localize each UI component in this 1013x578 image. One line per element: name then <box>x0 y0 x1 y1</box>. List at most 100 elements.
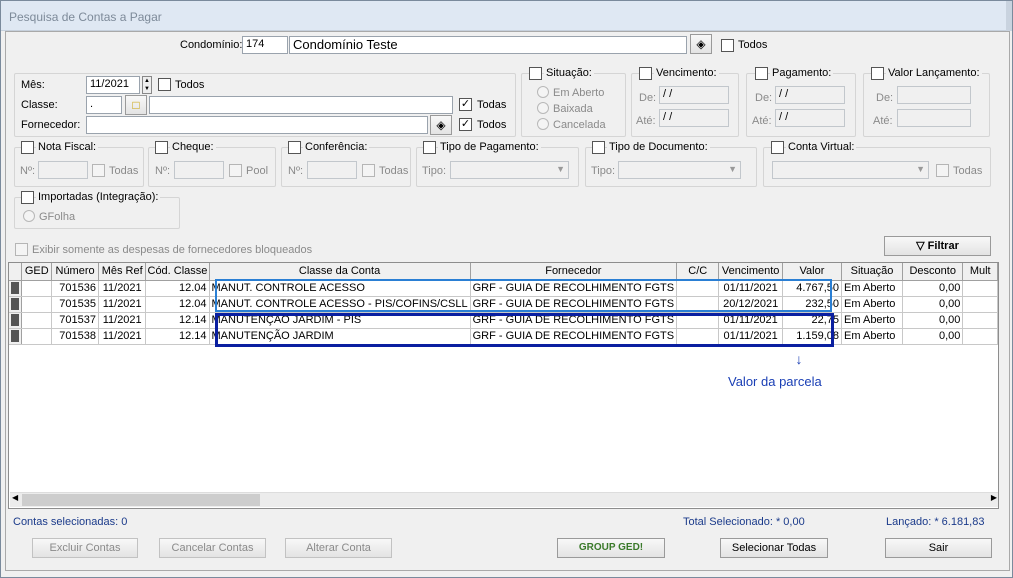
fornecedor-search-button[interactable]: ◈ <box>430 115 452 135</box>
nota-fiscal-checkbox[interactable] <box>21 141 34 154</box>
tipo-documento-tipo-label: Tipo: <box>591 165 616 177</box>
column-header[interactable]: Desconto <box>902 263 964 281</box>
folder-button[interactable]: □ <box>125 95 147 115</box>
column-header[interactable]: GED <box>21 263 53 281</box>
table-cell <box>676 296 720 313</box>
cheque-input[interactable] <box>174 161 224 179</box>
cheque-checkbox[interactable] <box>155 141 168 154</box>
table-row[interactable]: 701538 11/2021 12.14 MANUTENÇÃO JARDIM GRF -… <box>9 328 998 345</box>
tipo-pagamento-checkbox[interactable] <box>423 141 436 154</box>
table-cell: 12.14 <box>145 328 210 345</box>
row-marker <box>11 298 20 310</box>
classe-code-input[interactable]: . <box>86 96 122 114</box>
condominio-name-input[interactable]: Condomínio Teste <box>289 36 687 54</box>
table-row[interactable]: 701537 11/2021 12.14 MANUTENÇAO JARDIM - PI… <box>9 312 998 329</box>
selecionar-todas-button[interactable]: Selecionar Todas <box>720 538 828 558</box>
window-title: Pesquisa de Contas a Pagar <box>9 10 162 24</box>
classe-todas-checkbox[interactable]: ✓ <box>459 98 472 111</box>
condominio-todos-checkbox[interactable] <box>721 39 734 52</box>
scroll-right-icon[interactable]: ▶ <box>991 493 997 502</box>
table-row[interactable]: 701536 11/2021 12.04 MANUT. CONTROLE ACESSO… <box>9 280 998 297</box>
column-header[interactable]: Vencimento <box>718 263 783 281</box>
column-header[interactable]: C/C <box>676 263 720 281</box>
horizontal-scrollbar[interactable]: ◀ ▶ <box>10 492 998 507</box>
pagamento-checkbox[interactable] <box>755 67 768 80</box>
column-header[interactable]: Número <box>51 263 99 281</box>
fornecedor-input[interactable] <box>86 116 428 134</box>
column-header[interactable]: Mult <box>962 263 998 281</box>
row-marker <box>11 330 20 342</box>
excluir-contas-button[interactable]: Excluir Contas <box>32 538 138 558</box>
radio-em-aberto[interactable] <box>537 86 549 98</box>
valor-de-input[interactable] <box>897 86 971 104</box>
group-ged-button[interactable]: GROUP GED! <box>557 538 665 558</box>
pagamento-ate-label: Até: <box>752 115 772 127</box>
column-header[interactable]: Fornecedor <box>470 263 678 281</box>
radio-baixada[interactable] <box>537 102 549 114</box>
sair-button[interactable]: Sair <box>885 538 992 558</box>
filtrar-label: Filtrar <box>927 240 959 252</box>
importadas-checkbox[interactable] <box>21 191 34 204</box>
fornecedor-todos-checkbox[interactable]: ✓ <box>459 118 472 131</box>
conferencia-todas-checkbox[interactable] <box>362 164 375 177</box>
tipo-pagamento-label: Tipo de Pagamento: <box>438 141 541 153</box>
nota-fiscal-input[interactable] <box>38 161 88 179</box>
valor-lancamento-checkbox[interactable] <box>871 67 884 80</box>
column-header[interactable]: Mês Ref <box>98 263 147 281</box>
column-header[interactable] <box>9 263 23 281</box>
scroll-left-icon[interactable]: ◀ <box>12 493 18 502</box>
tipo-documento-select[interactable]: ▼ <box>618 161 741 179</box>
radio-cancelada[interactable] <box>537 118 549 130</box>
vencimento-ate-input[interactable]: / / <box>659 109 729 127</box>
column-header[interactable]: Situação <box>841 263 904 281</box>
bloqueados-checkbox[interactable] <box>15 243 28 256</box>
mes-input[interactable]: 11/2021 <box>86 76 140 94</box>
filtrar-button[interactable]: ▽ Filtrar <box>884 236 991 256</box>
mes-spinner[interactable]: ▲ ▼ <box>142 76 152 94</box>
cheque-pool-label: Pool <box>246 165 269 177</box>
row-indicator[interactable] <box>9 328 23 345</box>
column-header[interactable]: Classe da Conta <box>209 263 471 281</box>
conta-virtual-checkbox[interactable] <box>771 141 784 154</box>
nota-fiscal-todas-checkbox[interactable] <box>92 164 105 177</box>
conferencia-checkbox[interactable] <box>288 141 301 154</box>
chevron-down-icon: ▼ <box>728 164 737 174</box>
nota-fiscal-label: Nota Fiscal: <box>36 141 99 153</box>
radio-gfolha[interactable] <box>23 210 35 222</box>
table-cell: 1.159,08 <box>782 328 843 345</box>
tipo-pagamento-select[interactable]: ▼ <box>450 161 569 179</box>
row-indicator[interactable] <box>9 296 23 313</box>
cheque-pool-checkbox[interactable] <box>229 164 242 177</box>
classe-name-input[interactable] <box>149 96 453 114</box>
row-indicator[interactable] <box>9 280 23 297</box>
conta-virtual-select[interactable]: ▼ <box>772 161 929 179</box>
vencimento-checkbox[interactable] <box>639 67 652 80</box>
accounts-grid[interactable]: GED Número Mês Ref Cód. Classe Classe da Con… <box>8 262 999 509</box>
valor-lancamento-label: Valor Lançamento: <box>886 67 982 79</box>
condominio-code-input[interactable]: 174 <box>242 36 288 54</box>
classe-todas-label: Todas <box>477 99 507 111</box>
scrollbar-thumb[interactable] <box>22 494 260 506</box>
conta-virtual-todas-checkbox[interactable] <box>936 164 949 177</box>
row-indicator[interactable] <box>9 312 23 329</box>
valor-lancamento-group <box>863 73 990 137</box>
vencimento-de-input[interactable]: / / <box>659 86 729 104</box>
nota-fiscal-todas-label: Todas <box>109 165 139 177</box>
table-cell: 232,50 <box>782 296 843 313</box>
situacao-checkbox[interactable] <box>529 67 542 80</box>
arrow-down-icon: ↓ <box>795 351 803 367</box>
accounts-table: GED Número Mês Ref Cód. Classe Classe da Con… <box>9 263 998 345</box>
alterar-conta-button[interactable]: Alterar Conta <box>285 538 392 558</box>
pagamento-de-input[interactable]: / / <box>775 86 845 104</box>
tipo-documento-checkbox[interactable] <box>592 141 605 154</box>
pagamento-ate-input[interactable]: / / <box>775 109 845 127</box>
mes-todos-checkbox[interactable] <box>158 78 171 91</box>
cancelar-contas-button[interactable]: Cancelar Contas <box>159 538 266 558</box>
table-cell <box>962 328 998 345</box>
conferencia-input[interactable] <box>307 161 357 179</box>
table-row[interactable]: 701535 11/2021 12.04 MANUT. CONTROLE ACESSO… <box>9 296 998 313</box>
column-header[interactable]: Valor <box>782 263 843 281</box>
column-header[interactable]: Cód. Classe <box>145 263 210 281</box>
valor-ate-input[interactable] <box>897 109 971 127</box>
binoculars-search-button[interactable]: ◈ <box>690 34 712 54</box>
